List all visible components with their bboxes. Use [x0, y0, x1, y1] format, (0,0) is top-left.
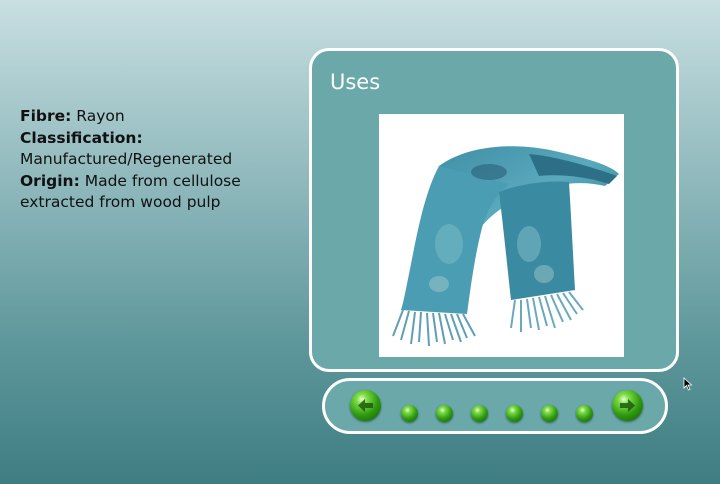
scarf-image — [379, 114, 624, 357]
fibre-value: Rayon — [76, 107, 125, 125]
classification-value: Manufactured/Regenerated — [20, 150, 233, 168]
fibre-line: Fibre: Rayon — [20, 106, 290, 128]
page-dot-3[interactable] — [471, 405, 488, 422]
page-dot-4[interactable] — [506, 405, 523, 422]
uses-panel: Uses — [309, 48, 679, 372]
panel-title: Uses — [330, 70, 381, 94]
right-arrow-icon — [620, 399, 635, 412]
page-dot-6[interactable] — [576, 405, 593, 422]
mouse-cursor-icon — [683, 376, 693, 395]
previous-button[interactable] — [350, 390, 381, 421]
classification-label: Classification: — [20, 128, 143, 147]
origin-label: Origin: — [20, 171, 80, 190]
page-dot-2[interactable] — [436, 405, 453, 422]
next-button[interactable] — [612, 390, 643, 421]
origin-line: Origin: Made from cellulose extracted fr… — [20, 171, 290, 214]
left-arrow-icon — [358, 399, 373, 412]
navigation-bar — [322, 378, 668, 434]
page-dot-5[interactable] — [541, 405, 558, 422]
page-dot-1[interactable] — [401, 405, 418, 422]
classification-line: Classification: Manufactured/Regenerated — [20, 128, 290, 171]
fibre-label: Fibre: — [20, 107, 72, 125]
scarf-illustration — [392, 146, 619, 347]
fibre-info: Fibre: Rayon Classification: Manufacture… — [20, 106, 290, 214]
